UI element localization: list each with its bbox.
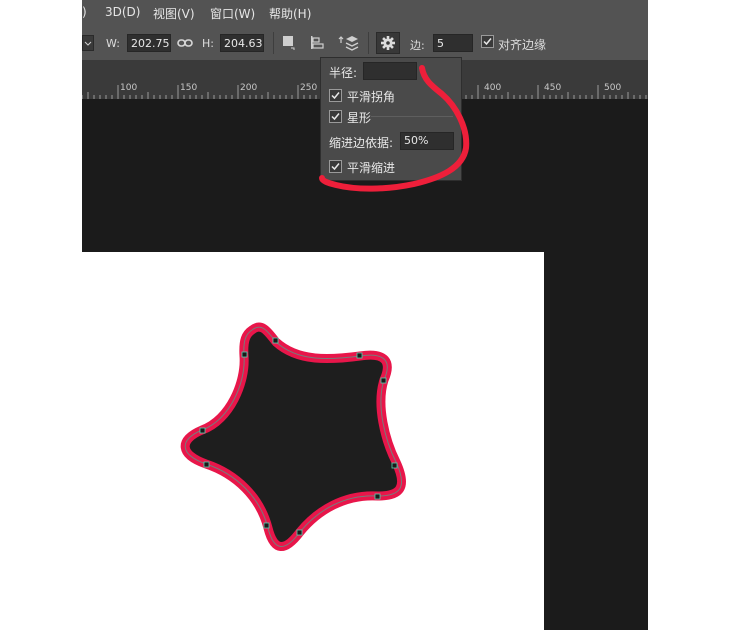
red-annotation-stroke xyxy=(319,65,470,192)
annotation-layer xyxy=(319,65,470,192)
